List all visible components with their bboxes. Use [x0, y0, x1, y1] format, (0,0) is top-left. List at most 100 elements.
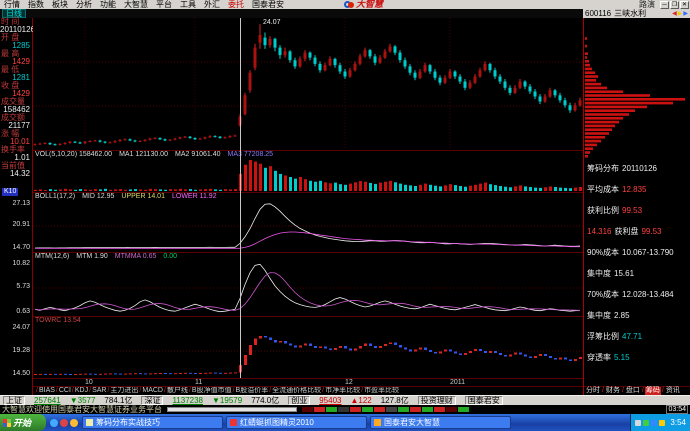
chip-stat-part: 10.067-13.790 [622, 248, 674, 257]
y-axis-label: 24.07 [12, 324, 30, 332]
indicator-tab-1[interactable]: CCI [59, 387, 71, 395]
right-tab-4[interactable]: 资讯 [665, 387, 681, 395]
quote-fields: 时 间20110126开 盘1285最 高1429最 低1281收 盘1429成… [0, 18, 32, 178]
label-part: UPPER 14.01 [121, 193, 165, 200]
label-part: MTM(12,6) [35, 253, 69, 260]
chip-stat-part: 14.316 [587, 227, 611, 236]
status-bar: 上证257641▼3577784.1亿深证1137238▼19579774.0亿… [0, 395, 690, 405]
chip-stat-row-8: 浮筹比例47.71 [587, 332, 690, 353]
right-tab-1[interactable]: 财务 [605, 387, 621, 395]
boll-indicator-label: BOLL1(17,2)MID 12.95UPPER 14.01LOWER 11.… [33, 192, 583, 200]
indicator-tab-5[interactable]: MACD [142, 387, 163, 395]
dazhihui-app: 行情指数板块分析功能大智慧平台工具外汇委托国泰君安 大智慧 路演 ─❐✕ 日线 … [0, 0, 690, 431]
start-button[interactable]: 开始 [0, 414, 46, 431]
status-button[interactable]: 深证 [141, 396, 163, 405]
jump-arrow-icon[interactable]: ▶ [683, 10, 688, 18]
right-tab-0[interactable]: 分时 [585, 387, 601, 395]
prev-arrow-icon[interactable]: ◀ [672, 10, 677, 18]
indicator-tab-4[interactable]: 主力进出 [110, 387, 138, 395]
status-button[interactable]: 投资理财 [418, 396, 456, 405]
minimize-button[interactable]: ─ [660, 1, 669, 9]
task-icon [230, 419, 237, 426]
right-tab-3[interactable]: 筹码 [645, 387, 661, 395]
task-label: 筹码分布实战技巧 [96, 417, 160, 428]
status-value: ▼19579 [212, 396, 242, 405]
chip-stat-row-5: 集中度15.61 [587, 269, 690, 290]
menu-item-4[interactable]: 功能 [96, 0, 120, 9]
chip-stat-part: 20110126 [622, 164, 657, 173]
candlestick-panel[interactable]: 24.07 [33, 18, 583, 150]
chip-stat-part: 获利比例 [587, 206, 619, 215]
next-arrow-icon[interactable]: ▶ [678, 10, 683, 18]
menu-item-0[interactable]: 行情 [0, 0, 24, 9]
right-tab-2[interactable]: 盘口 [625, 387, 641, 395]
menu-item-10[interactable]: 国泰君安 [248, 0, 288, 9]
indicator-tab-3[interactable]: SAR [92, 387, 106, 395]
status-value: 774.0亿 [251, 396, 279, 405]
menu-item-9[interactable]: 委托 [224, 0, 248, 9]
status-button[interactable]: 创业 [288, 396, 310, 405]
x-axis: 1011122011 [33, 378, 583, 386]
volume-panel[interactable] [33, 158, 583, 192]
volume-tray-icon[interactable] [659, 420, 665, 426]
indicator-tab-10[interactable]: 市净率比较 [325, 387, 360, 395]
stock-code: 600116 [585, 10, 611, 18]
task-label: 红蜻蜓抓图精灵2010 [240, 417, 314, 428]
indicator-tab-2[interactable]: KDJ [75, 387, 88, 395]
menu-item-5[interactable]: 大智慧 [120, 0, 152, 9]
menu-item-2[interactable]: 板块 [48, 0, 72, 9]
mtm-indicator-label: MTM(12,6)MTM 1.90MTMMA 0.650.00 [33, 252, 583, 260]
ticker-block [374, 407, 385, 412]
quote-field: 涨 幅10.01 [0, 130, 32, 146]
label-part: 0.00 [163, 253, 177, 260]
antivirus-tray-icon[interactable] [643, 420, 649, 426]
label-part: VOL(5,10,20) 158462.00 [35, 151, 112, 158]
messenger-tray-icon[interactable] [651, 420, 657, 426]
menu-item-8[interactable]: 外汇 [200, 0, 224, 9]
indicator-tab-9[interactable]: 全流通价格比较 [272, 387, 321, 395]
folder-icon[interactable] [70, 419, 78, 427]
ticker-block [314, 407, 325, 412]
restore-button[interactable]: ❐ [670, 1, 679, 9]
chip-stat-part: 集中度 [587, 269, 611, 278]
indicator-tab-11[interactable]: 市盈率比较 [364, 387, 399, 395]
taskbar-task-1[interactable]: 红蜻蜓抓图精灵2010 [226, 416, 367, 429]
status-button[interactable]: 上证 [3, 396, 25, 405]
menu-item-7[interactable]: 工具 [176, 0, 200, 9]
indicator-tab-8[interactable]: B股溢价率 [236, 387, 269, 395]
windows-taskbar: 开始 筹码分布实战技巧红蜻蜓抓图精灵2010国泰君安大智慧 3:54 [0, 414, 690, 431]
chip-stat-part: 90%成本 [587, 248, 619, 257]
status-button[interactable]: 国泰君安 [465, 396, 503, 405]
roadshow-link[interactable]: 路演 [639, 0, 655, 9]
taskbar-task-0[interactable]: 筹码分布实战技巧 [82, 416, 223, 429]
indicator-tab-6[interactable]: 散户线 [167, 387, 188, 395]
right-panel-tabs: 分时/财务/盘口/筹码/资讯 [584, 386, 690, 395]
media-player-icon[interactable] [60, 419, 68, 427]
boll-panel[interactable] [33, 200, 583, 252]
tower-panel[interactable] [33, 324, 583, 378]
chip-stat-part: 2.85 [614, 311, 630, 320]
menu-item-6[interactable]: 平台 [152, 0, 176, 9]
chip-stat-part: 47.71 [622, 332, 642, 341]
quote-field: 最 低1281 [0, 66, 32, 82]
quote-field: 开 盘1285 [0, 34, 32, 50]
status-value: 784.1亿 [104, 396, 132, 405]
windows-flag-icon [3, 419, 11, 427]
display-tray-icon[interactable] [635, 420, 641, 426]
menu-item-1[interactable]: 指数 [24, 0, 48, 9]
mtm-panel[interactable] [33, 260, 583, 316]
indicator-tab-7[interactable]: B股净值市值 [192, 387, 232, 395]
indicator-tab-0[interactable]: BIAS [39, 387, 55, 395]
chip-stat-part: 集中度 [587, 311, 611, 320]
k10-badge[interactable]: K10 [2, 188, 18, 196]
label-part: MTMMA 0.65 [115, 253, 157, 260]
taskbar-task-2[interactable]: 国泰君安大智慧 [370, 416, 511, 429]
quote-field: 换手率1.01 [0, 146, 32, 162]
label-part: MID 12.95 [82, 193, 114, 200]
volume-by-price-histogram[interactable] [584, 18, 690, 160]
label-part: LOWER 11.92 [172, 193, 217, 200]
ticker-block [434, 407, 445, 412]
menu-item-3[interactable]: 分析 [72, 0, 96, 9]
close-button[interactable]: ✕ [680, 1, 689, 9]
ie-icon[interactable] [50, 419, 58, 427]
